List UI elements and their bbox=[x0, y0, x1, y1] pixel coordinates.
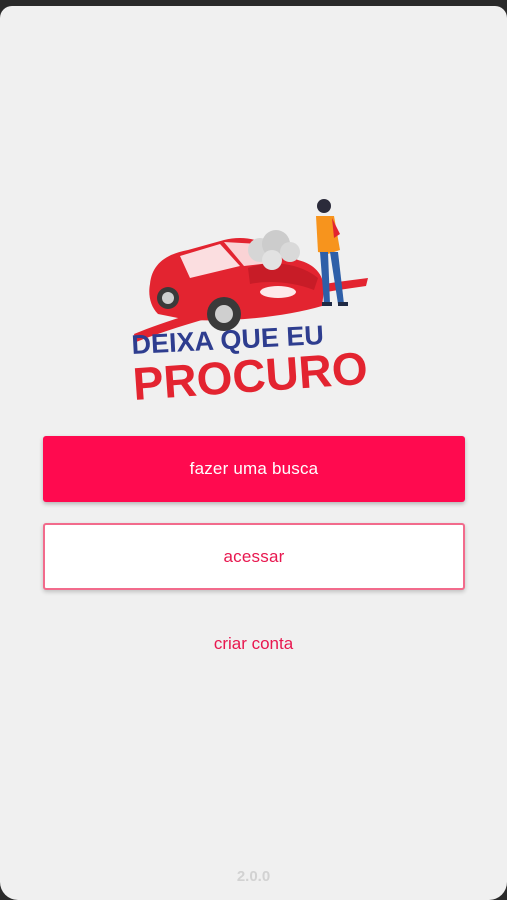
broken-car-illustration bbox=[149, 230, 324, 331]
search-button[interactable]: fazer uma busca bbox=[43, 436, 465, 502]
login-button[interactable]: acessar bbox=[43, 523, 465, 590]
brand-logo: DEIXA QUE EU PROCURO bbox=[131, 199, 369, 408]
app-screen: DEIXA QUE EU PROCURO fazer uma busca ace… bbox=[0, 6, 507, 900]
create-account-link[interactable]: criar conta bbox=[0, 634, 507, 654]
app-version: 2.0.0 bbox=[236, 868, 271, 885]
